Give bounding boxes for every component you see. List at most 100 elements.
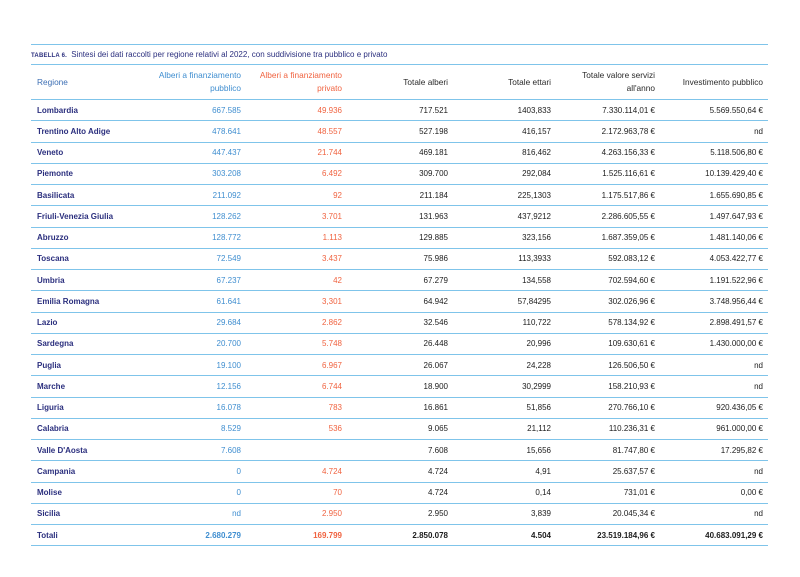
cell-public-trees: 16.078 — [141, 397, 241, 419]
cell-total-hectares: 816,462 — [451, 142, 554, 164]
cell-region: Veneto — [31, 142, 141, 164]
cell-total-trees: 2.950 — [349, 503, 451, 526]
cell-public-investment: 4.053.422,77 € — [658, 248, 768, 271]
cell-public-trees: 7.608 — [141, 439, 241, 462]
cell-public-investment: 17.295,82 € — [658, 439, 768, 462]
cell-private-trees: 6.744 — [241, 375, 349, 398]
table-row: Piemonte 303.208 6.492 309.700 292,084 1… — [31, 163, 768, 186]
cell-total-services: 302.026,96 € — [554, 290, 658, 313]
cell-private-trees — [241, 439, 349, 462]
cell-private-trees: 4.724 — [241, 460, 349, 483]
cell-public-trees: 478.641 — [141, 120, 241, 143]
table-row: Toscana 72.549 3.437 75.986 113,3933 592… — [31, 248, 768, 271]
header-total-services: Totale valore servizi all'anno — [554, 65, 658, 100]
cell-total-trees: 64.942 — [349, 290, 451, 313]
table-row: Lombardia 667.585 49.936 717.521 1403,83… — [31, 99, 768, 122]
cell-public-trees: 61.641 — [141, 290, 241, 313]
cell-region: Valle D'Aosta — [31, 439, 141, 462]
cell-total-hectares: 4,91 — [451, 460, 554, 483]
cell-region: Lazio — [31, 312, 141, 334]
cell-total-trees: 129.885 — [349, 227, 451, 249]
cell-public-investment: nd — [658, 503, 768, 526]
cell-private-trees: 3,301 — [241, 290, 349, 313]
cell-public-investment: 5.569.550,64 € — [658, 99, 768, 122]
table-row: Abruzzo 128.772 1.113 129.885 323,156 1.… — [31, 227, 768, 249]
cell-public-trees: nd — [141, 503, 241, 526]
cell-region: Basilicata — [31, 184, 141, 207]
header-region: Regione — [31, 65, 141, 100]
cell-private-trees: 70 — [241, 482, 349, 504]
cell-total-hectares: 3,839 — [451, 503, 554, 526]
cell-total-trees: 309.700 — [349, 163, 451, 186]
cell-total-trees: 9.065 — [349, 418, 451, 441]
cell-public-trees: 67.237 — [141, 269, 241, 292]
cell-private-trees: 49.936 — [241, 99, 349, 122]
cell-public-trees: 19.100 — [141, 354, 241, 377]
cell-region: Molise — [31, 482, 141, 504]
cell-total-services: 270.766,10 € — [554, 397, 658, 419]
regional-data-table: Regione Alberi a finanziamento pubblico … — [31, 65, 768, 547]
cell-public-investment: nd — [658, 375, 768, 398]
cell-total-services: 1.687.359,05 € — [554, 227, 658, 249]
header-total-trees: Totale alberi — [349, 65, 451, 100]
table-caption: TABELLA 6. Sintesi dei dati raccolti per… — [31, 45, 768, 65]
cell-total-trees: 75.986 — [349, 248, 451, 271]
totals-public-trees: 2.680.279 — [141, 524, 241, 547]
cell-private-trees: 5.748 — [241, 333, 349, 356]
cell-public-investment: 0,00 € — [658, 482, 768, 504]
table-row: Calabria 8.529 536 9.065 21,112 110.236,… — [31, 418, 768, 441]
cell-total-trees: 717.521 — [349, 99, 451, 122]
cell-total-services: 20.045,34 € — [554, 503, 658, 526]
cell-public-investment: nd — [658, 354, 768, 377]
cell-total-trees: 469.181 — [349, 142, 451, 164]
cell-total-hectares: 51,856 — [451, 397, 554, 419]
cell-public-investment: 1.481.140,06 € — [658, 227, 768, 249]
table-row: Liguria 16.078 783 16.861 51,856 270.766… — [31, 397, 768, 419]
table-row: Molise 0 70 4.724 0,14 731,01 € 0,00 € — [31, 482, 768, 504]
cell-total-services: 592.083,12 € — [554, 248, 658, 271]
cell-public-trees: 303.208 — [141, 163, 241, 186]
cell-region: Friuli-Venezia Giulia — [31, 205, 141, 228]
totals-total-services: 23.519.184,96 € — [554, 524, 658, 547]
cell-total-hectares: 15,656 — [451, 439, 554, 462]
cell-public-investment: 920.436,05 € — [658, 397, 768, 419]
cell-total-services: 25.637,57 € — [554, 460, 658, 483]
cell-total-trees: 18.900 — [349, 375, 451, 398]
table-body: Lombardia 667.585 49.936 717.521 1403,83… — [31, 99, 768, 547]
cell-public-investment: 10.139.429,40 € — [658, 163, 768, 186]
cell-total-hectares: 323,156 — [451, 227, 554, 249]
table-row: Campania 0 4.724 4.724 4,91 25.637,57 € … — [31, 460, 768, 483]
cell-private-trees: 536 — [241, 418, 349, 441]
cell-public-investment: 1.655.690,85 € — [658, 184, 768, 207]
cell-public-investment: 961.000,00 € — [658, 418, 768, 441]
cell-region: Campania — [31, 460, 141, 483]
cell-region: Sicilia — [31, 503, 141, 526]
cell-total-services: 2.286.605,55 € — [554, 205, 658, 228]
cell-total-hectares: 416,157 — [451, 120, 554, 143]
table-row: Basilicata 211.092 92 211.184 225,1303 1… — [31, 184, 768, 207]
header-public-investment: Investimento pubblico — [658, 65, 768, 100]
table-row: Sardegna 20.700 5.748 26.448 20,996 109.… — [31, 333, 768, 356]
totals-label: Totali — [31, 524, 141, 547]
table-row: Umbria 67.237 42 67.279 134,558 702.594,… — [31, 269, 768, 292]
cell-total-services: 158.210,93 € — [554, 375, 658, 398]
caption-number: TABELLA 6. — [31, 53, 67, 59]
cell-total-services: 1.175.517,86 € — [554, 184, 658, 207]
cell-public-trees: 128.262 — [141, 205, 241, 228]
cell-public-trees: 0 — [141, 482, 241, 504]
cell-total-services: 7.330.114,01 € — [554, 99, 658, 122]
cell-private-trees: 3.437 — [241, 248, 349, 271]
cell-total-hectares: 437,9212 — [451, 205, 554, 228]
cell-private-trees: 6.967 — [241, 354, 349, 377]
cell-total-trees: 32.546 — [349, 312, 451, 334]
cell-total-hectares: 1403,833 — [451, 99, 554, 122]
cell-private-trees: 92 — [241, 184, 349, 207]
cell-region: Liguria — [31, 397, 141, 419]
table-row: Friuli-Venezia Giulia 128.262 3.701 131.… — [31, 205, 768, 228]
cell-public-trees: 72.549 — [141, 248, 241, 271]
cell-region: Lombardia — [31, 99, 141, 122]
cell-total-trees: 131.963 — [349, 205, 451, 228]
table-row: Valle D'Aosta 7.608 7.608 15,656 81.747,… — [31, 439, 768, 462]
totals-public-investment: 40.683.091,29 € — [658, 524, 768, 547]
cell-private-trees: 48.557 — [241, 120, 349, 143]
